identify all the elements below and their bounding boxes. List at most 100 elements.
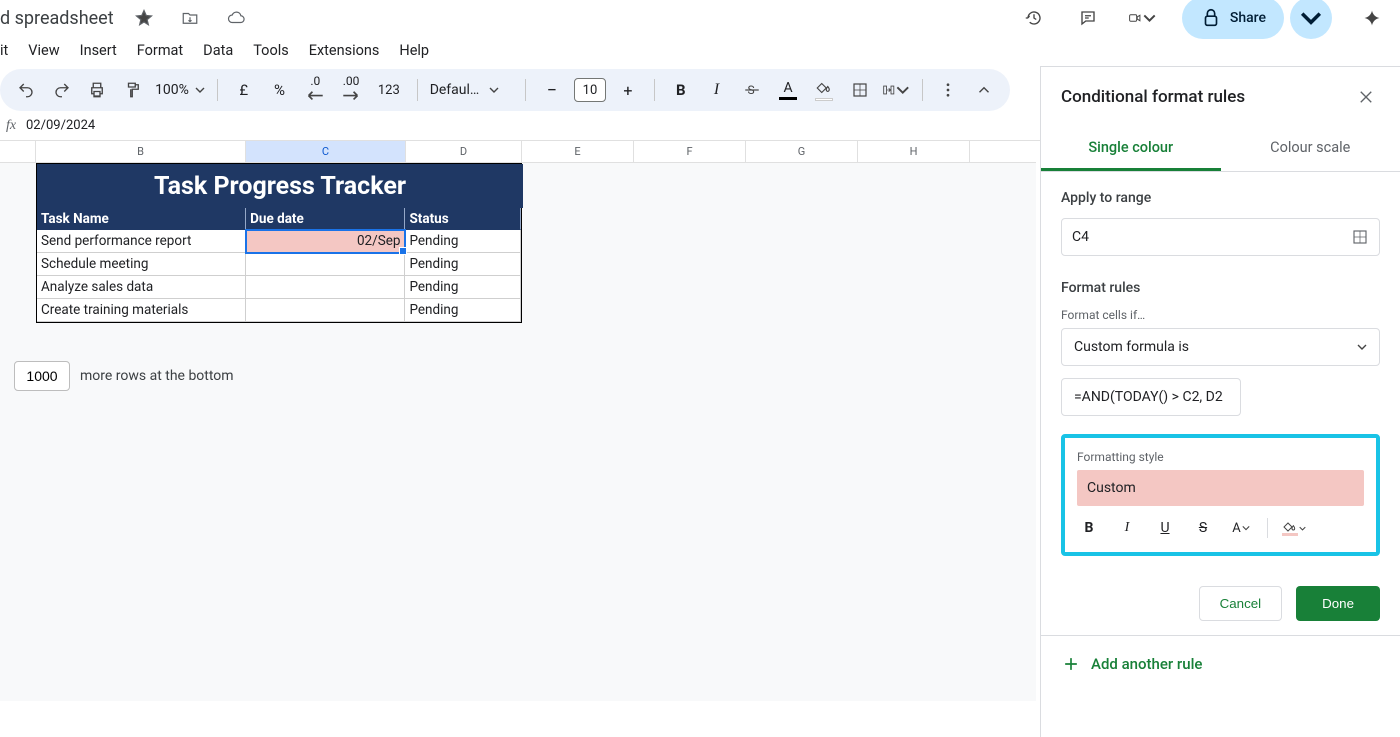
history-icon[interactable] xyxy=(1020,4,1048,32)
menubar: it View Insert Format Data Tools Extensi… xyxy=(0,36,1400,69)
percent-button[interactable]: % xyxy=(266,76,294,104)
cell-due[interactable] xyxy=(246,253,405,276)
merge-button[interactable] xyxy=(882,76,910,104)
col-header-c[interactable]: C xyxy=(246,141,406,162)
cell-status[interactable]: Pending xyxy=(405,299,521,322)
menu-format[interactable]: Format xyxy=(137,42,183,59)
text-color-button[interactable]: A xyxy=(774,76,802,104)
increase-font-button[interactable]: + xyxy=(614,76,642,104)
zoom-value: 100% xyxy=(155,82,189,98)
menu-view[interactable]: View xyxy=(28,42,59,59)
col-header-b[interactable]: B xyxy=(36,141,246,162)
header-due[interactable]: Due date xyxy=(246,208,405,230)
zoom-select[interactable]: 100% xyxy=(155,82,205,98)
redo-icon[interactable] xyxy=(48,76,76,104)
cancel-button[interactable]: Cancel xyxy=(1199,586,1283,621)
header-task[interactable]: Task Name xyxy=(37,208,246,230)
share-label: Share xyxy=(1230,10,1266,26)
col-header-f[interactable]: F xyxy=(634,141,746,162)
strikethrough-button[interactable]: S xyxy=(738,76,766,104)
menu-tools[interactable]: Tools xyxy=(253,42,289,59)
font-size-input[interactable]: 10 xyxy=(574,78,606,102)
collapse-toolbar-icon[interactable] xyxy=(970,76,998,104)
range-value: C4 xyxy=(1072,229,1089,245)
formatting-style-section: Formatting style Custom B I U S A xyxy=(1061,434,1380,556)
decrease-decimal-button[interactable]: .0 xyxy=(301,76,329,104)
tab-single-colour[interactable]: Single colour xyxy=(1041,127,1221,171)
italic-button[interactable]: I xyxy=(703,76,731,104)
cell-task[interactable]: Schedule meeting xyxy=(37,253,246,276)
col-header-h[interactable]: H xyxy=(858,141,970,162)
cloud-status-icon[interactable] xyxy=(222,4,250,32)
condition-select[interactable]: Custom formula is xyxy=(1061,328,1380,366)
fill-color-button[interactable] xyxy=(810,76,838,104)
spreadsheet-grid[interactable]: B C D E F G H Task Progress Tracker Task… xyxy=(0,141,1036,701)
grid-select-icon[interactable] xyxy=(1351,228,1369,246)
font-select[interactable]: Defaul… xyxy=(430,82,513,98)
toolbar: 100% £ % .0 .00 123 Defaul… − 10 + B I S… xyxy=(0,69,1010,111)
document-title[interactable]: d spreadsheet xyxy=(0,8,114,29)
close-icon[interactable] xyxy=(1352,83,1380,111)
header-status[interactable]: Status xyxy=(405,208,521,230)
col-header-e[interactable]: E xyxy=(522,141,634,162)
menu-edit[interactable]: it xyxy=(0,42,8,59)
style-bold-button[interactable]: B xyxy=(1077,516,1101,540)
decrease-font-button[interactable]: − xyxy=(538,76,566,104)
move-icon[interactable] xyxy=(176,4,204,32)
add-rows-label: more rows at the bottom xyxy=(80,368,234,384)
panel-title: Conditional format rules xyxy=(1061,87,1245,107)
table-row: Send performance report 02/Sep Pending xyxy=(37,230,521,253)
done-button[interactable]: Done xyxy=(1296,586,1380,621)
share-dropdown[interactable] xyxy=(1290,0,1332,39)
menu-insert[interactable]: Insert xyxy=(80,42,117,59)
cell-task[interactable]: Create training materials xyxy=(37,299,246,322)
currency-button[interactable]: £ xyxy=(230,76,258,104)
borders-button[interactable] xyxy=(846,76,874,104)
print-icon[interactable] xyxy=(84,76,112,104)
cell-task[interactable]: Analyze sales data xyxy=(37,276,246,299)
table-row: Create training materials Pending xyxy=(37,299,521,322)
increase-decimal-button[interactable]: .00 xyxy=(337,76,365,104)
cell-due[interactable] xyxy=(246,299,405,322)
add-rows-input[interactable] xyxy=(14,361,70,391)
share-button[interactable]: Share xyxy=(1182,0,1284,39)
cell-task[interactable]: Send performance report xyxy=(37,230,246,253)
table-row: Schedule meeting Pending xyxy=(37,253,521,276)
bold-button[interactable]: B xyxy=(667,76,695,104)
range-input[interactable]: C4 xyxy=(1061,218,1380,256)
add-another-rule-button[interactable]: Add another rule xyxy=(1061,654,1380,674)
undo-icon[interactable] xyxy=(12,76,40,104)
style-preview[interactable]: Custom xyxy=(1077,470,1364,506)
cell-status[interactable]: Pending xyxy=(405,230,521,253)
style-underline-button[interactable]: U xyxy=(1153,516,1177,540)
menu-extensions[interactable]: Extensions xyxy=(309,42,380,59)
style-strike-button[interactable]: S xyxy=(1191,516,1215,540)
style-fill-color-button[interactable] xyxy=(1282,516,1306,540)
menu-help[interactable]: Help xyxy=(399,42,429,59)
cell-status[interactable]: Pending xyxy=(405,253,521,276)
menu-data[interactable]: Data xyxy=(203,42,233,59)
comments-icon[interactable] xyxy=(1074,4,1102,32)
more-toolbar-icon[interactable] xyxy=(935,76,963,104)
paint-format-icon[interactable] xyxy=(119,76,147,104)
add-rows-control: more rows at the bottom xyxy=(14,361,234,391)
column-headers: B C D E F G H xyxy=(0,141,1036,163)
gemini-icon[interactable] xyxy=(1358,4,1386,32)
formula-input[interactable]: =AND(TODAY() > C2, D2 xyxy=(1061,378,1241,416)
cell-due-selected[interactable]: 02/Sep xyxy=(246,230,405,253)
table-title-cell[interactable]: Task Progress Tracker xyxy=(37,164,523,208)
tab-colour-scale[interactable]: Colour scale xyxy=(1221,127,1400,171)
style-italic-button[interactable]: I xyxy=(1115,516,1139,540)
format-rules-label: Format rules xyxy=(1061,280,1380,296)
format-123-button[interactable]: 123 xyxy=(373,76,405,104)
col-header-g[interactable]: G xyxy=(746,141,858,162)
col-header-d[interactable]: D xyxy=(406,141,522,162)
font-name: Defaul… xyxy=(430,82,480,98)
meet-icon[interactable] xyxy=(1128,4,1156,32)
star-icon[interactable] xyxy=(130,4,158,32)
condition-value: Custom formula is xyxy=(1074,339,1189,355)
cell-status[interactable]: Pending xyxy=(405,276,521,299)
style-text-color-button[interactable]: A xyxy=(1229,516,1253,540)
table-row: Analyze sales data Pending xyxy=(37,276,521,299)
cell-due[interactable] xyxy=(246,276,405,299)
